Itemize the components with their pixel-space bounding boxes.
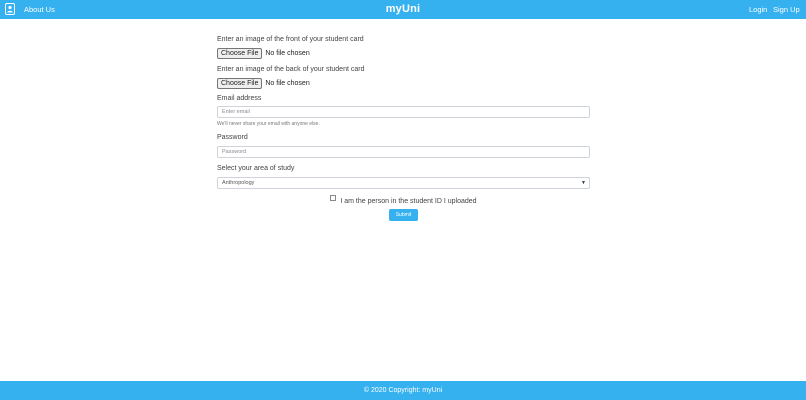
back-card-label: Enter an image of the back of your stude… — [217, 66, 365, 73]
front-choose-file-button[interactable]: Choose File — [217, 47, 263, 59]
email-label: Email address — [217, 95, 262, 102]
study-area-selected-value: Anthropology — [222, 180, 255, 186]
front-file-status: No file chosen — [265, 49, 310, 57]
navbar: About Us myUni Login Sign Up — [0, 0, 806, 19]
identity-confirm-label[interactable]: I am the person in the student ID I uplo… — [340, 198, 476, 205]
back-choose-file-button[interactable]: Choose File — [217, 77, 263, 89]
identity-confirm-checkbox[interactable] — [330, 195, 337, 201]
email-help-text: We'll never share your email with anyone… — [217, 121, 320, 127]
password-label: Password — [217, 134, 248, 141]
back-card-file-input[interactable]: Choose File No file chosen — [217, 77, 310, 89]
front-card-label: Enter an image of the front of your stud… — [217, 36, 364, 43]
chevron-down-icon: ▼ — [581, 180, 586, 186]
study-area-label: Select your area of study — [217, 165, 295, 172]
back-file-status: No file chosen — [265, 79, 310, 87]
nav-signup-link[interactable]: Sign Up — [773, 5, 800, 14]
footer-copyright: © 2020 Copyright: myUni — [363, 387, 443, 394]
footer: © 2020 Copyright: myUni — [0, 381, 806, 400]
front-card-file-input[interactable]: Choose File No file chosen — [217, 47, 310, 59]
password-field[interactable]: Password — [217, 146, 590, 158]
email-field[interactable]: Enter email — [217, 106, 590, 118]
nav-login-link[interactable]: Login — [749, 5, 767, 14]
brand-logo[interactable]: myUni — [386, 3, 421, 15]
student-card-icon[interactable] — [5, 3, 15, 15]
nav-about-us-link[interactable]: About Us — [24, 5, 55, 14]
submit-button[interactable]: Submit — [389, 209, 418, 221]
identity-confirm-row: I am the person in the student ID I uplo… — [217, 195, 590, 205]
study-area-select[interactable]: Anthropology ▼ — [217, 177, 590, 189]
